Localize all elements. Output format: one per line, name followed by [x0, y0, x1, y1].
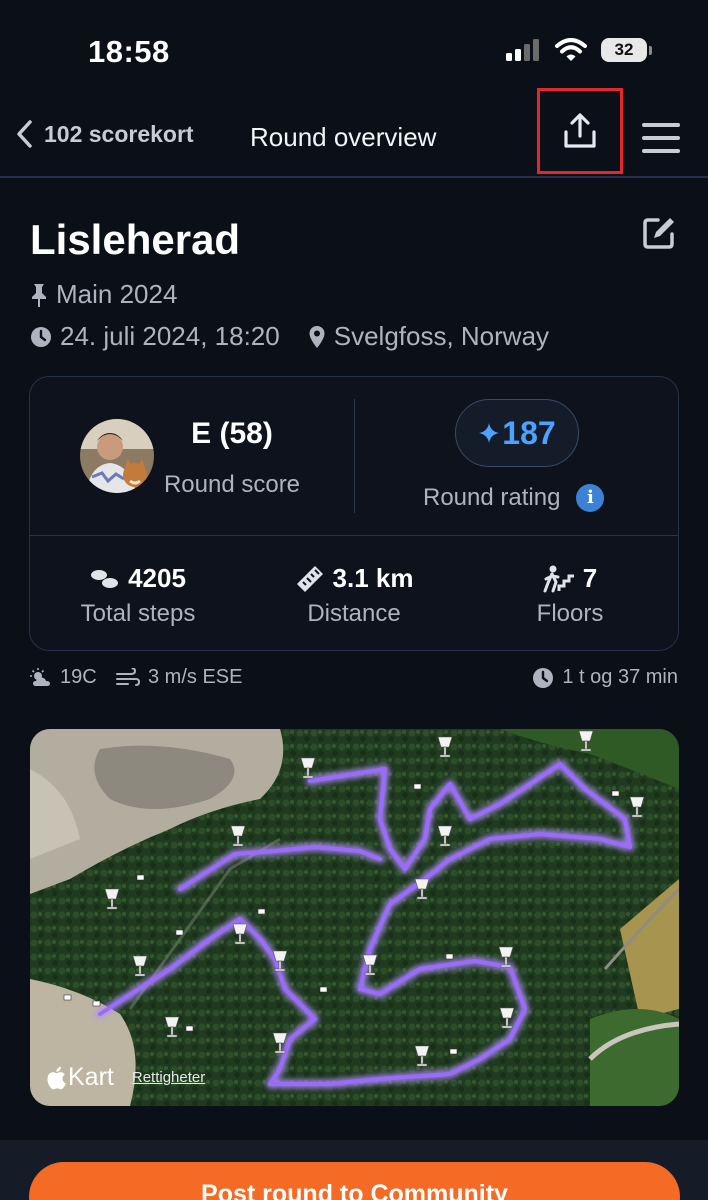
wifi-icon — [555, 38, 587, 61]
menu-button[interactable] — [640, 120, 684, 156]
back-button[interactable]: 102 scorekort — [14, 118, 194, 150]
pin-icon — [32, 283, 46, 307]
page-title: Round overview — [250, 122, 437, 152]
clock-icon — [533, 667, 554, 688]
duration-value: 1 t og 37 min — [562, 666, 678, 688]
edit-icon — [643, 218, 674, 249]
battery-indicator: 32 — [601, 38, 652, 62]
datetime-row: 24. juli 2024, 18:20 Svelgfoss, Norway — [30, 321, 549, 352]
layout-name: Main 2024 — [56, 279, 178, 309]
apple-icon — [47, 1066, 66, 1089]
round-rating-value: 187 — [502, 414, 556, 451]
map-rights-link[interactable]: Rettigheter — [132, 1069, 205, 1086]
map-brand: Kart — [46, 1063, 114, 1092]
map-attribution: Kart Rettigheter — [46, 1063, 205, 1092]
wind-value: 3 m/s ESE — [148, 666, 243, 688]
post-to-community-button[interactable]: Post round to Community — [29, 1162, 680, 1200]
status-icons: 32 — [505, 38, 652, 62]
info-icon[interactable]: i — [576, 484, 605, 512]
stat-distance: 3.1 km Distance — [254, 563, 454, 628]
round-rating-pill[interactable]: 187 — [455, 399, 579, 467]
menu-icon — [642, 123, 680, 153]
share-button[interactable] — [537, 88, 623, 174]
steps-value: 4205 — [128, 563, 186, 593]
clock-icon — [31, 326, 51, 347]
floors-label: Floors — [536, 600, 604, 627]
card-divider-horizontal — [30, 535, 678, 536]
distance-label: Distance — [307, 600, 401, 627]
round-rating-label-row: Round rating i — [423, 484, 605, 512]
map-canvas — [30, 729, 679, 1106]
layout-row: Main 2024 — [30, 279, 177, 310]
avatar[interactable] — [80, 419, 154, 493]
location-icon — [309, 325, 325, 348]
score-card: E (58) Round score 187 Round rating i 42… — [29, 376, 679, 651]
wind-info: 3 m/s ESE — [116, 666, 242, 689]
floors-value: 7 — [582, 563, 598, 593]
sparkle-icon — [479, 423, 500, 443]
chevron-left-icon — [17, 120, 32, 148]
course-name: Lisleherad — [30, 216, 241, 263]
temperature-value: 19C — [60, 666, 97, 688]
card-divider-vertical — [354, 399, 355, 513]
edit-button[interactable] — [640, 212, 682, 254]
steps-label: Total steps — [80, 600, 196, 627]
stat-floors: 7 Floors — [470, 563, 670, 628]
round-score-value: E (58) — [191, 417, 273, 450]
round-location: Svelgfoss, Norway — [333, 321, 550, 351]
back-label: 102 scorekort — [44, 120, 194, 147]
nav-bar: 102 scorekort Round overview — [0, 88, 708, 178]
temperature-info: 19C — [30, 666, 97, 689]
ruler-icon — [296, 565, 323, 592]
footsteps-icon — [91, 569, 119, 588]
round-score-label: Round score — [163, 471, 301, 498]
distance-value: 3.1 km — [332, 563, 414, 593]
battery-cap — [649, 45, 652, 55]
round-datetime: 24. juli 2024, 18:20 — [60, 321, 280, 351]
battery-level: 32 — [601, 38, 647, 62]
wind-icon — [116, 667, 140, 686]
share-icon — [564, 113, 596, 148]
signal-icon — [506, 39, 539, 61]
status-time: 18:58 — [88, 34, 170, 69]
duration-info: 1 t og 37 min — [532, 666, 678, 689]
stat-steps: 4205 Total steps — [38, 563, 238, 628]
status-bar: 18:58 32 — [0, 0, 708, 100]
weather-icon — [30, 667, 50, 686]
stairs-icon — [543, 565, 574, 592]
round-rating-label: Round rating — [423, 484, 561, 511]
round-map[interactable]: Kart Rettigheter — [30, 729, 679, 1106]
map-brand-label: Kart — [68, 1063, 114, 1091]
